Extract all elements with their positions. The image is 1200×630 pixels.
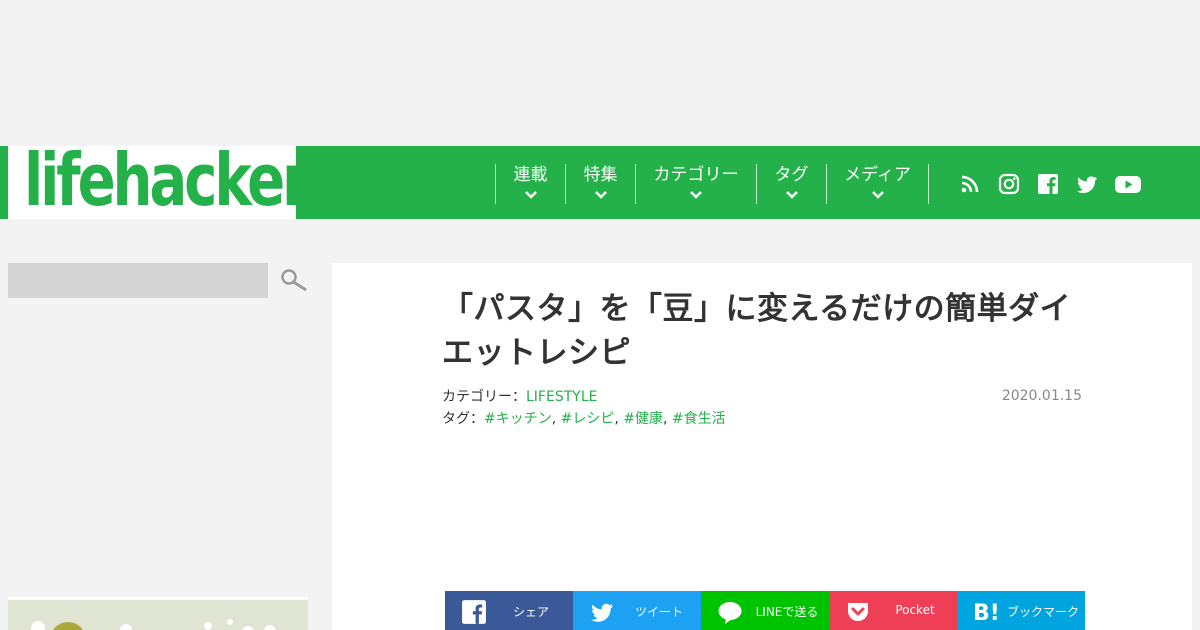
main-nav: 連載 特集 カテゴリー タグ メディア bbox=[296, 146, 1200, 219]
nav-divider bbox=[928, 164, 929, 204]
article-thumbnail bbox=[8, 600, 308, 630]
article-date: 2020.01.15 bbox=[1001, 388, 1082, 404]
share-line-button[interactable]: LINEで送る bbox=[701, 591, 829, 630]
search-icon[interactable] bbox=[280, 268, 308, 294]
chevron-down-icon bbox=[871, 191, 884, 199]
chevron-down-icon bbox=[524, 191, 537, 199]
tag-separator: , bbox=[614, 411, 619, 427]
twitter-icon bbox=[591, 603, 613, 622]
tag-separator: , bbox=[663, 411, 668, 427]
facebook-icon bbox=[462, 600, 486, 624]
logo-accent-bar bbox=[0, 146, 8, 219]
tag-link[interactable]: #キッチン bbox=[484, 411, 552, 427]
category-label: カテゴリー： bbox=[442, 389, 526, 405]
pocket-icon bbox=[848, 603, 868, 621]
tag-separator: , bbox=[551, 411, 557, 427]
logo-link[interactable]: lifehacker bbox=[0, 140, 310, 220]
instagram-icon[interactable] bbox=[997, 172, 1021, 196]
share-pocket-button[interactable]: Pocket bbox=[829, 591, 957, 630]
share-label: ツイート bbox=[634, 605, 683, 619]
share-label: ブックマーク bbox=[1007, 605, 1080, 619]
sidebar-card-image[interactable] bbox=[8, 597, 308, 630]
nav-item-label: カテゴリー bbox=[653, 165, 739, 185]
youtube-icon[interactable] bbox=[1114, 172, 1142, 196]
share-label: シェア bbox=[512, 605, 549, 619]
nav-item-label: メディア bbox=[844, 165, 911, 185]
category-link[interactable]: LIFESTYLE bbox=[526, 389, 597, 405]
nav-item-media[interactable]: メディア bbox=[826, 164, 928, 204]
tag-link[interactable]: #健康 bbox=[623, 411, 663, 427]
svg-text:B!: B! bbox=[973, 601, 999, 625]
article-card: 「パスタ」を「豆」に変えるだけの簡単ダイエットレシピ カテゴリー：LIFESTY… bbox=[332, 263, 1192, 630]
logo: lifehacker bbox=[24, 138, 310, 222]
article-category: カテゴリー：LIFESTYLE bbox=[442, 386, 597, 406]
search-input[interactable] bbox=[8, 263, 268, 298]
share-label: LINEで送る bbox=[755, 605, 819, 619]
share-facebook-button[interactable]: シェア bbox=[445, 591, 573, 630]
chevron-down-icon bbox=[785, 191, 798, 199]
rss-icon[interactable] bbox=[958, 172, 982, 196]
article-title: 「パスタ」を「豆」に変えるだけの簡単ダイエットレシピ bbox=[442, 291, 1072, 371]
nav-item-label: 特集 bbox=[583, 165, 618, 185]
twitter-icon[interactable] bbox=[1075, 172, 1099, 196]
nav-item-features[interactable]: 特集 bbox=[565, 164, 635, 204]
chevron-down-icon bbox=[690, 191, 702, 199]
nav-item-tags[interactable]: タグ bbox=[756, 164, 826, 204]
nav-item-label: タグ bbox=[774, 165, 809, 185]
nav-item-label: 連載 bbox=[513, 165, 548, 185]
share-twitter-button[interactable]: ツイート bbox=[573, 591, 701, 630]
hatena-bookmark-icon: B! bbox=[973, 601, 999, 625]
line-icon bbox=[718, 602, 742, 624]
tag-link[interactable]: #レシピ bbox=[561, 411, 615, 427]
nav-item-series[interactable]: 連載 bbox=[495, 164, 565, 204]
chevron-down-icon bbox=[594, 191, 607, 199]
article-tags: タグ：#キッチン, #レシピ, #健康, #食生活 bbox=[442, 408, 726, 428]
tag-label: タグ： bbox=[442, 411, 484, 427]
share-label: Pocket bbox=[895, 603, 935, 617]
share-hatena-button[interactable]: B! ブックマーク bbox=[957, 591, 1085, 630]
facebook-icon[interactable] bbox=[1036, 172, 1060, 196]
nav-item-category[interactable]: カテゴリー bbox=[635, 164, 756, 204]
tag-link[interactable]: #食生活 bbox=[672, 411, 726, 427]
